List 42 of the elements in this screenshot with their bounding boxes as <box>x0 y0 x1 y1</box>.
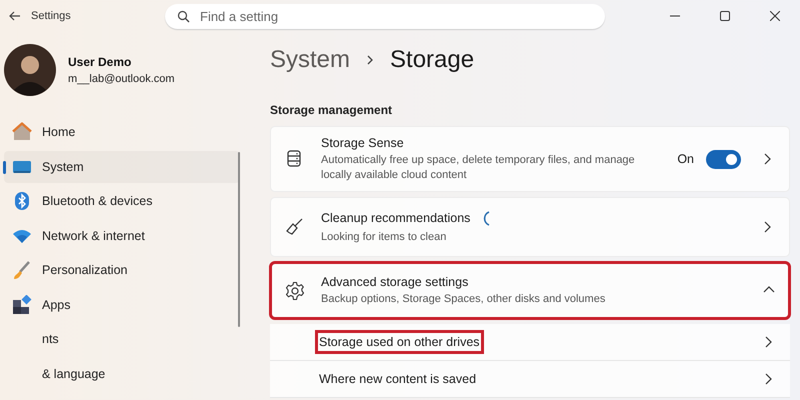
sidebar-item[interactable]: Apps <box>4 288 240 320</box>
home-icon <box>12 122 32 142</box>
setting-title: Storage used on other drives <box>316 331 483 353</box>
user-name: User Demo <box>68 55 132 69</box>
paintbrush-icon <box>12 260 32 280</box>
setting-description: Automatically free up space, delete temporary files, and manage locally available cloud content <box>321 152 636 182</box>
setting-title: Where new content is saved <box>318 371 478 388</box>
setting-card[interactable]: Storage Sense Automatically free up space, delete temporary files, and manage locally available cloud content On <box>270 126 790 192</box>
setting-row[interactable]: Storage used on other drives <box>270 324 790 361</box>
broom-icon <box>285 217 305 237</box>
setting-row[interactable]: Where new content is saved <box>270 361 790 398</box>
setting-card[interactable]: Advanced storage settings Backup options, Storage Spaces, other disks and volumes <box>270 262 790 319</box>
toggle-label: On <box>677 152 694 166</box>
sidebar-item[interactable]: & language <box>4 358 240 390</box>
sidebar-item[interactable]: Bluetooth & devices <box>4 185 240 217</box>
search-field[interactable]: Find a setting <box>165 4 605 28</box>
section-heading: Storage management <box>270 103 394 117</box>
sidebar-item[interactable]: Personalization <box>4 254 240 286</box>
settings-icon <box>285 280 305 300</box>
breadcrumb-link[interactable]: System <box>270 46 350 74</box>
sidebar-item[interactable]: Home <box>4 116 240 148</box>
sidebar-item[interactable]: nts <box>4 323 240 355</box>
close-icon[interactable] <box>770 11 780 21</box>
setting-description: Looking for items to clean <box>321 230 448 244</box>
maximize-icon[interactable] <box>720 11 730 21</box>
setting-title: Advanced storage settings <box>321 274 468 288</box>
toggle-switch[interactable] <box>706 150 741 168</box>
sidebar-item[interactable]: Network & internet <box>4 220 240 252</box>
chevron-right-icon <box>366 55 374 65</box>
apps-icon <box>12 294 32 314</box>
setting-title: Storage Sense <box>321 136 404 150</box>
sidebar-item[interactable]: System <box>4 150 240 182</box>
bluetooth-icon <box>12 191 32 211</box>
search-icon <box>177 10 190 22</box>
back-icon[interactable] <box>8 9 21 23</box>
page-title: Storage <box>390 46 474 74</box>
setting-title: Cleanup recommendations <box>321 211 470 225</box>
window-title: Settings <box>31 10 72 22</box>
user-email: m__lab@outlook.com <box>68 73 175 85</box>
setting-card[interactable]: Cleanup recommendations Looking for items to clean <box>270 197 790 257</box>
avatar-icon <box>4 44 56 96</box>
setting-description: Backup options, Storage Spaces, other disks and volumes <box>321 292 606 306</box>
